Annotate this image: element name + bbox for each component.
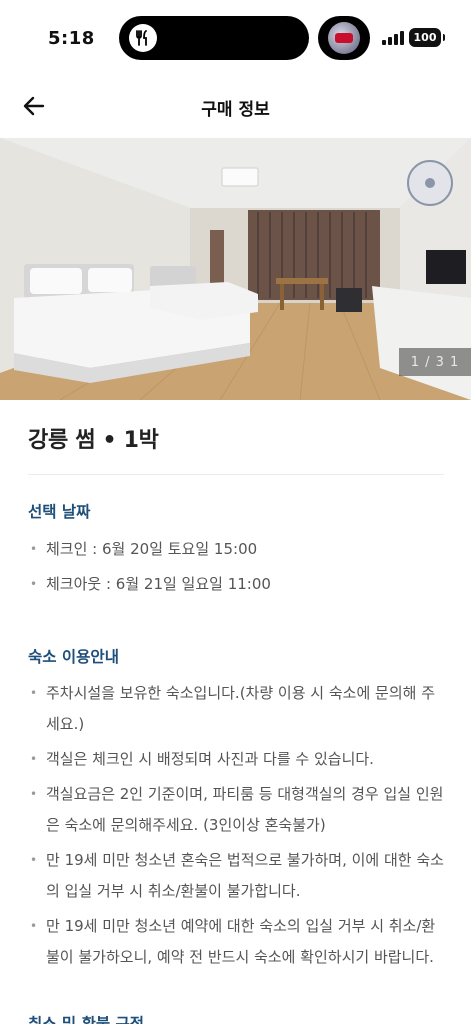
checkin-item: 체크인 : 6월 20일 토요일 15:00 [28, 534, 444, 565]
signal-icon [382, 31, 404, 45]
section-title-info: 숙소 이용안내 [28, 648, 119, 666]
section-title-dates: 선택 날짜 [28, 503, 91, 521]
status-bar: 5:18 100 [0, 0, 471, 76]
photo-counter: 1 / 3 1 [399, 348, 471, 376]
live-activity-badge[interactable] [318, 16, 370, 60]
info-item-room-rate: 객실요금은 2인 기준이며, 파티룸 등 대형객실의 경우 입실 인원은 숙소에… [28, 779, 444, 841]
info-item-minor-reservation: 만 19세 미만 청소년 예약에 대한 숙소의 입실 거부 시 취소/환불이 불… [28, 911, 444, 973]
page-title: 구매 정보 [201, 100, 270, 120]
dynamic-island[interactable] [119, 16, 309, 60]
section-title-refund: 취소 및 환불 규정 [28, 1015, 145, 1024]
date-list: 체크인 : 6월 20일 토요일 15:00 체크아웃 : 6월 21일 일요일… [28, 534, 444, 600]
status-time: 5:18 [48, 28, 95, 49]
utensils-icon [129, 24, 157, 52]
product-title: 강릉 썸 • 1박 [28, 428, 159, 453]
info-item-minor-cohabitation: 만 19세 미만 청소년 혼숙은 법적으로 불가하며, 이에 대한 숙소의 입실… [28, 845, 444, 907]
battery-icon: 100 [409, 28, 445, 47]
app-header: 구매 정보 [0, 76, 471, 138]
checkout-item: 체크아웃 : 6월 21일 일요일 11:00 [28, 569, 444, 600]
info-item-parking: 주차시설을 보유한 숙소입니다.(차량 이용 시 숙소에 문의해 주세요.) [28, 678, 444, 740]
team-logo-icon [328, 22, 360, 54]
info-list: 주차시설을 보유한 숙소입니다.(차량 이용 시 숙소에 문의해 주세요.) 객… [28, 678, 444, 973]
info-item-room-assignment: 객실은 체크인 시 배정되며 사진과 다를 수 있습니다. [28, 744, 444, 775]
divider [28, 474, 444, 475]
room-photo[interactable]: 1 / 3 1 [0, 138, 471, 400]
